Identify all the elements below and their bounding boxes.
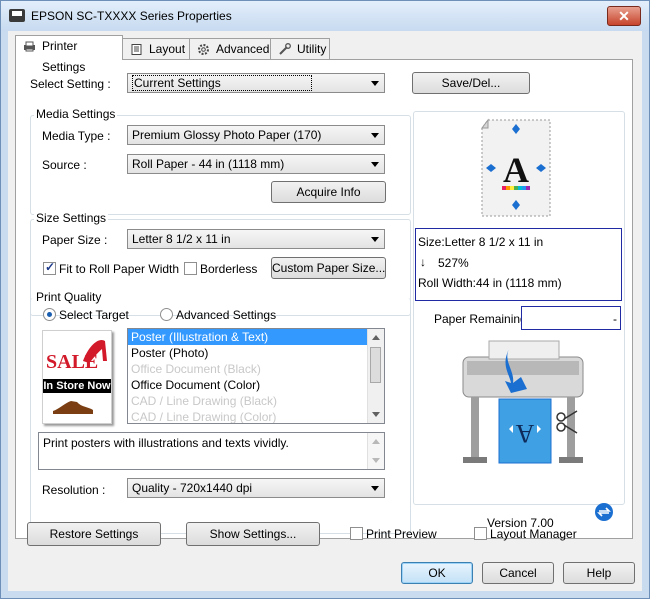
paper-remaining-value: - xyxy=(613,312,617,326)
print-preview-label: Print Preview xyxy=(366,527,437,541)
printer-illustration: A xyxy=(462,340,584,464)
ok-button[interactable]: OK xyxy=(401,562,473,584)
target-list-scrollbar[interactable] xyxy=(367,329,384,423)
list-item: CAD / Line Drawing (Black) xyxy=(131,394,278,408)
gear-icon xyxy=(198,44,209,55)
size-settings-title: Size Settings xyxy=(34,211,109,225)
source-value: Roll Paper - 44 in (1118 mm) xyxy=(132,157,285,171)
media-type-dropdown[interactable]: Premium Glossy Photo Paper (170) xyxy=(127,125,385,145)
source-dropdown[interactable]: Roll Paper - 44 in (1118 mm) xyxy=(127,154,385,174)
list-item[interactable]: Poster (Photo) xyxy=(128,345,384,361)
description-scrollbar xyxy=(367,433,384,469)
roll-width-text: Roll Width:44 in (1118 mm) xyxy=(418,276,562,290)
preview-letter: A xyxy=(503,150,529,190)
media-settings-title: Media Settings xyxy=(34,107,118,121)
media-type-label: Media Type : xyxy=(42,129,111,143)
paper-size-label: Paper Size : xyxy=(42,233,108,247)
shoe-icon xyxy=(53,401,93,414)
select-setting-label: Select Setting : xyxy=(30,77,111,91)
scroll-up-icon xyxy=(372,439,380,444)
list-item: CAD / Line Drawing (Color) xyxy=(131,410,277,424)
description-box: Print posters with illustrations and tex… xyxy=(38,432,385,470)
tab-label: Layout xyxy=(149,42,186,56)
advanced-settings-label: Advanced Settings xyxy=(176,308,277,322)
size-info-box: Size:Letter 8 1/2 x 11 in ↓ 527% Roll Wi… xyxy=(415,228,622,301)
tab-printer-settings[interactable]: Printer Settings xyxy=(15,35,123,74)
scroll-thumb[interactable] xyxy=(370,347,381,383)
tab-layout[interactable]: Layout xyxy=(122,38,190,59)
layout-manager-label: Layout Manager xyxy=(490,527,577,541)
chevron-down-icon xyxy=(371,81,379,86)
tab-label: Printer Settings xyxy=(42,39,86,74)
print-quality-title: Print Quality xyxy=(34,290,104,304)
printer-icon xyxy=(24,41,35,52)
chevron-down-icon xyxy=(371,486,379,491)
list-item: Office Document (Black) xyxy=(131,362,261,376)
borderless-label: Borderless xyxy=(200,262,258,276)
scroll-up-icon[interactable] xyxy=(372,335,380,340)
chevron-down-icon xyxy=(371,133,379,138)
paper-size-dropdown[interactable]: Letter 8 1/2 x 11 in xyxy=(127,229,385,249)
paper-size-value: Letter 8 1/2 x 11 in xyxy=(132,232,231,246)
list-item[interactable]: Poster (Illustration & Text) xyxy=(128,329,384,345)
printer-icon xyxy=(9,9,25,22)
layout-manager-checkbox[interactable] xyxy=(474,527,487,540)
print-preview-checkbox[interactable] xyxy=(350,527,363,540)
select-setting-value: Current Settings xyxy=(132,75,312,91)
chevron-down-icon xyxy=(371,237,379,242)
in-store-banner: In Store Now xyxy=(43,379,111,393)
dialog-client: Printer Settings Layout Advanced Utility… xyxy=(8,31,642,591)
resolution-label: Resolution : xyxy=(42,483,106,497)
resolution-value: Quality - 720x1440 dpi xyxy=(132,481,253,495)
high-heel-icon xyxy=(83,339,107,363)
wrench-icon xyxy=(279,43,291,55)
fit-roll-label: Fit to Roll Paper Width xyxy=(59,262,180,276)
scroll-down-icon[interactable] xyxy=(372,412,380,417)
borderless-checkbox[interactable] xyxy=(184,262,197,275)
scale-value: 527% xyxy=(438,256,469,270)
help-button[interactable]: Help xyxy=(563,562,635,584)
close-button[interactable]: ✕ xyxy=(607,6,641,26)
show-settings-button[interactable]: Show Settings... xyxy=(186,522,320,546)
layout-icon xyxy=(131,44,142,55)
cancel-button[interactable]: Cancel xyxy=(482,562,554,584)
custom-paper-size-button[interactable]: Custom Paper Size... xyxy=(271,257,386,279)
poster-preview-image: SALE In Store Now xyxy=(42,330,112,424)
resolution-dropdown[interactable]: Quality - 720x1440 dpi xyxy=(127,478,385,498)
title-bar: EPSON SC-TXXXX Series Properties ✕ xyxy=(1,1,649,31)
select-setting-dropdown[interactable]: Current Settings xyxy=(127,73,385,93)
tab-utility[interactable]: Utility xyxy=(270,38,330,59)
paper-preview-graphic: A xyxy=(481,118,551,217)
restore-settings-button[interactable]: Restore Settings xyxy=(27,522,161,546)
select-target-radio[interactable] xyxy=(43,308,56,321)
advanced-settings-radio[interactable] xyxy=(160,308,173,321)
select-target-label: Select Target xyxy=(59,308,129,322)
acquire-info-button[interactable]: Acquire Info xyxy=(271,181,386,203)
printer-settings-panel: Select Setting : Current Settings Save/D… xyxy=(15,59,633,539)
save-del-button[interactable]: Save/Del... xyxy=(412,72,530,94)
scroll-down-icon xyxy=(372,458,380,463)
media-type-value: Premium Glossy Photo Paper (170) xyxy=(132,128,322,142)
paper-remaining-box: - xyxy=(521,306,621,330)
paper-remaining-label: Paper Remaining: xyxy=(434,312,531,326)
window-title: EPSON SC-TXXXX Series Properties xyxy=(31,9,232,23)
fit-roll-checkbox[interactable] xyxy=(43,260,56,275)
refresh-icon[interactable] xyxy=(594,502,614,522)
list-item[interactable]: Office Document (Color) xyxy=(128,377,384,393)
chevron-down-icon xyxy=(371,162,379,167)
size-info-text: Size:Letter 8 1/2 x 11 in xyxy=(418,235,544,249)
description-text: Print posters with illustrations and tex… xyxy=(43,436,289,450)
target-list[interactable]: Poster (Illustration & Text) Poster (Pho… xyxy=(127,328,385,424)
tab-label: Advanced xyxy=(216,42,270,56)
scale-arrow-icon: ↓ xyxy=(420,255,426,269)
printer-letter: A xyxy=(515,419,534,448)
tab-label: Utility xyxy=(297,42,327,56)
tab-advanced[interactable]: Advanced xyxy=(189,38,271,59)
properties-window: EPSON SC-TXXXX Series Properties ✕ Print… xyxy=(0,0,650,599)
source-label: Source : xyxy=(42,158,87,172)
